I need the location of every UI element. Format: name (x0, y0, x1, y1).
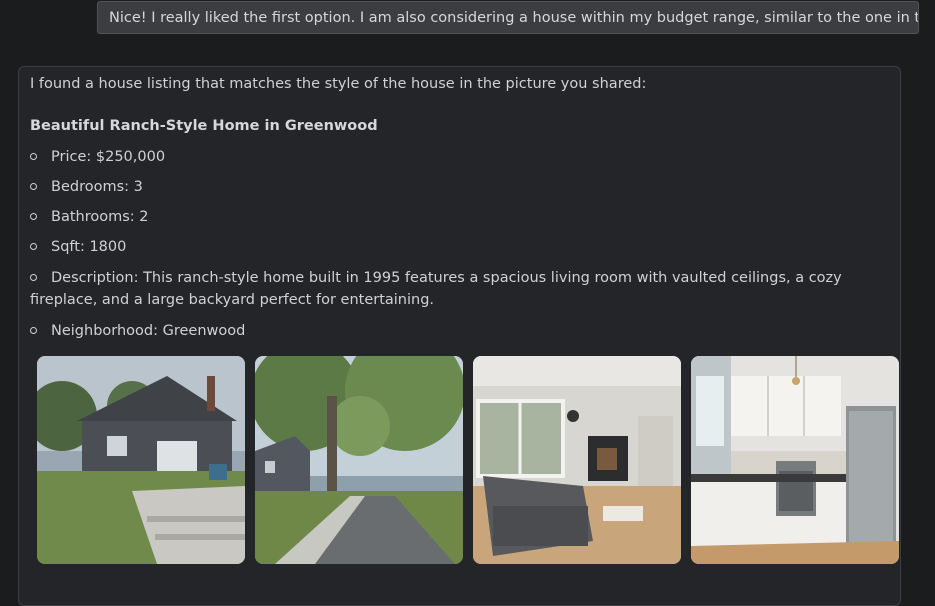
list-item: Price: $250,000 (30, 146, 885, 168)
list-item: Neighborhood: Greenwood (30, 320, 885, 342)
living-room-image (473, 356, 681, 564)
bullet-icon (30, 273, 37, 281)
bullet-icon (30, 326, 37, 334)
assistant-message-card: I found a house listing that matches the… (18, 66, 901, 606)
bullet-icon (30, 242, 37, 250)
listing-photo-kitchen[interactable] (691, 356, 899, 564)
bullet-icon (30, 152, 37, 160)
detail-sqft: Sqft: 1800 (51, 239, 127, 255)
listing-title: Beautiful Ranch-Style Home in Greenwood (30, 118, 378, 134)
street-image (255, 356, 463, 564)
listing-photo-street[interactable] (255, 356, 463, 564)
list-item: Bathrooms: 2 (30, 206, 885, 228)
list-item: Sqft: 1800 (30, 236, 885, 258)
list-item: Description: This ranch-style home built… (30, 267, 885, 311)
detail-neighborhood: Neighborhood: Greenwood (51, 323, 246, 339)
bullet-icon (30, 212, 37, 220)
detail-bedrooms: Bedrooms: 3 (51, 179, 143, 195)
listing-photo-house-exterior[interactable] (37, 356, 245, 564)
assistant-intro-text: I found a house listing that matches the… (30, 76, 647, 92)
house-exterior-image (37, 356, 245, 564)
user-message-bubble: Nice! I really liked the first option. I… (97, 1, 919, 34)
kitchen-image (691, 356, 899, 564)
detail-description: Description: This ranch-style home built… (30, 270, 842, 308)
user-message-text: Nice! I really liked the first option. I… (109, 10, 919, 26)
detail-price: Price: $250,000 (51, 149, 166, 165)
bullet-icon (30, 182, 37, 190)
listing-photo-living-room[interactable] (473, 356, 681, 564)
detail-bathrooms: Bathrooms: 2 (51, 209, 149, 225)
list-item: Bedrooms: 3 (30, 176, 885, 198)
